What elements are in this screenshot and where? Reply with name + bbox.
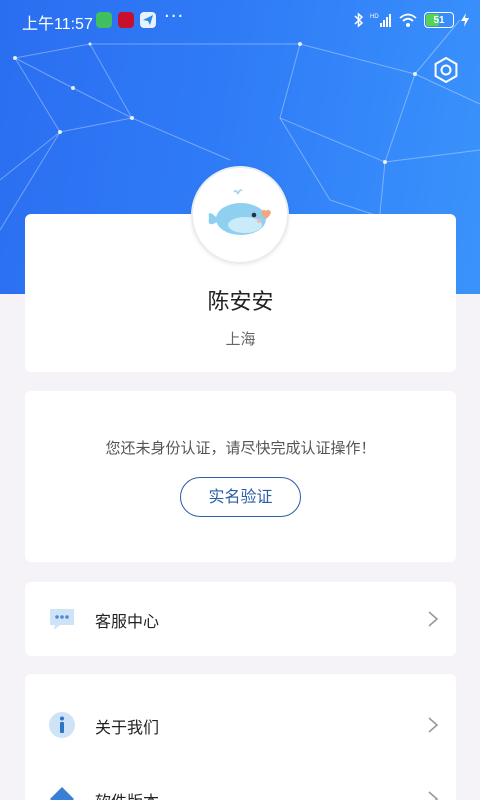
wechat-app-icon — [96, 12, 112, 28]
avatar[interactable] — [191, 166, 289, 264]
menu-item-software-version[interactable]: 软件版本 — [25, 764, 456, 800]
menu-item-label: 软件版本 — [95, 788, 159, 800]
info-icon — [49, 712, 75, 738]
svg-text:HD: HD — [370, 14, 379, 20]
wifi-icon — [399, 13, 417, 27]
settings-hexagon-icon — [434, 56, 458, 84]
diamond-icon — [50, 787, 74, 800]
signal-icon: HD — [370, 14, 391, 27]
chevron-right-icon — [428, 611, 439, 627]
verification-message: 您还未身份认证，请尽快完成认证操作！ — [105, 439, 376, 457]
menu-item-about-us[interactable]: 关于我们 — [25, 690, 456, 760]
battery-icon: 51 — [424, 12, 454, 28]
menu-item-label: 关于我们 — [95, 718, 160, 737]
customer-service-card: 客服中心 — [25, 582, 456, 656]
chevron-right-icon — [428, 791, 439, 800]
chat-bubble-icon — [50, 609, 74, 630]
bluetooth-icon — [354, 12, 364, 28]
whale-icon — [208, 189, 271, 235]
charging-icon — [461, 13, 469, 27]
menu-item-label: 客服中心 — [95, 612, 160, 631]
chevron-right-icon — [428, 717, 439, 733]
status-time: 上午11:57 — [22, 16, 93, 33]
news-app-icon — [118, 12, 134, 28]
verification-card: 您还未身份认证，请尽快完成认证操作！ 实名验证 — [25, 391, 456, 562]
profile-city: 上海 — [225, 330, 256, 348]
settings-button[interactable] — [432, 56, 460, 84]
menu-item-customer-service[interactable]: 客服中心 — [25, 584, 456, 654]
profile-name: 陈安安 — [207, 290, 274, 315]
status-bar: 上午11:57 ··· HD 51 — [0, 0, 480, 40]
battery-level: 51 — [433, 14, 445, 26]
real-name-verify-button[interactable]: 实名验证 — [180, 477, 301, 517]
more-notifications-icon: ··· — [164, 6, 185, 27]
telegram-app-icon — [140, 12, 156, 28]
about-card: 关于我们 软件版本 — [25, 674, 456, 800]
